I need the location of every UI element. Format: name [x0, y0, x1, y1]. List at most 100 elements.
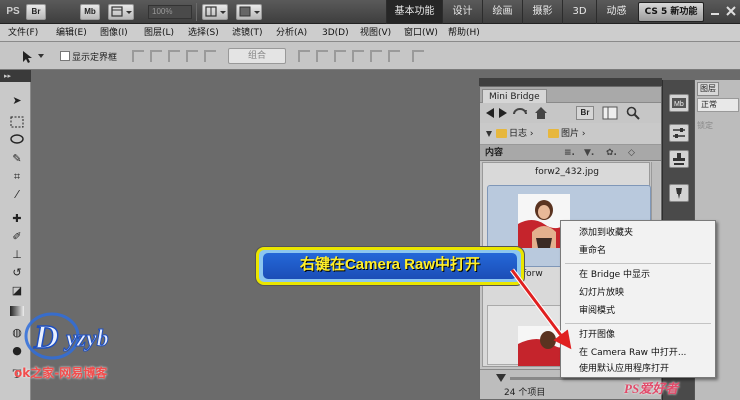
group-button[interactable]: 组合 — [228, 48, 286, 64]
context-menu-item-add-favorites[interactable]: 添加到收藏夹 — [579, 225, 633, 241]
menu-view[interactable]: 视图(V) — [360, 24, 391, 42]
menu-image[interactable]: 图像(I) — [100, 24, 128, 42]
distribute-vcenter-icon[interactable] — [316, 50, 328, 62]
context-menu-item-slideshow[interactable]: 幻灯片放映 — [579, 285, 624, 301]
menu-3d[interactable]: 3D(D) — [322, 24, 349, 42]
breadcrumb-item[interactable]: 图片 › — [548, 127, 585, 141]
context-menu-item-review-mode[interactable]: 审阅模式 — [579, 303, 615, 319]
breadcrumb-item[interactable]: 日志 › — [496, 127, 533, 141]
show-bounds-label: 显示定界框 — [72, 53, 118, 63]
eraser-tool[interactable]: ◪ — [9, 284, 25, 298]
lasso-tool[interactable] — [9, 134, 25, 148]
search-icon[interactable] — [626, 106, 640, 120]
menu-analysis[interactable]: 分析(A) — [276, 24, 307, 42]
screen-mode-button[interactable] — [236, 4, 262, 20]
workspace-essentials[interactable]: 基本功能 — [386, 0, 442, 24]
align-top-icon[interactable] — [132, 50, 144, 62]
menu-separator — [565, 323, 711, 324]
move-tool[interactable]: ➤ — [9, 94, 25, 108]
menu-separator — [565, 263, 711, 264]
chevron-down-icon[interactable] — [486, 131, 492, 137]
tools-panel-header[interactable]: ▸▸ — [0, 70, 31, 82]
screen-mode-icon — [239, 6, 260, 17]
quick-selection-tool[interactable]: ✎ — [9, 152, 25, 166]
arrange-documents-button[interactable] — [202, 4, 228, 20]
context-menu-item-open-image[interactable]: 打开图像 — [579, 327, 615, 343]
workspace-photography[interactable]: 摄影 — [522, 0, 562, 24]
workspace-3d[interactable]: 3D — [562, 0, 596, 24]
menu-edit[interactable]: 编辑(E) — [56, 24, 87, 42]
panel-dock-strip — [479, 78, 662, 86]
context-menu-item-open-in-camera-raw[interactable]: 在 Camera Raw 中打开... — [579, 345, 686, 361]
distribute-right-icon[interactable] — [388, 50, 400, 62]
thumbnail-size-icon[interactable] — [496, 374, 506, 382]
align-vcenter-icon[interactable] — [150, 50, 162, 62]
cs5-new-features-button[interactable]: CS 5 新功能 — [638, 2, 704, 22]
distribute-bottom-icon[interactable] — [334, 50, 346, 62]
auto-align-icon[interactable] — [412, 50, 424, 62]
mini-bridge-dock-button[interactable]: Mb — [669, 94, 689, 112]
launch-bridge-button[interactable]: Br — [26, 4, 46, 20]
breadcrumb: 日志 › 图片 › — [480, 123, 661, 145]
healing-brush-tool[interactable]: ✚ — [9, 212, 25, 226]
tools-icon[interactable]: ✿. — [606, 145, 617, 161]
recent-folders-icon[interactable] — [512, 106, 528, 120]
content-pod-header: 内容 ≡. ▼. ✿. ◇ — [480, 145, 661, 161]
layers-tab[interactable]: 图层 — [697, 82, 719, 96]
distribute-top-icon[interactable] — [298, 50, 310, 62]
chevron-down-icon[interactable] — [38, 54, 44, 58]
workspace-design[interactable]: 设计 — [442, 0, 482, 24]
tool-presets-dock-button[interactable] — [669, 184, 689, 202]
view-extras-button[interactable] — [108, 4, 134, 20]
clone-source-dock-button[interactable] — [669, 150, 689, 168]
align-bottom-icon[interactable] — [168, 50, 180, 62]
brush-tool[interactable]: ✐ — [9, 230, 25, 244]
context-menu-item-rename[interactable]: 重命名 — [579, 243, 606, 259]
back-arrow-icon[interactable] — [486, 108, 495, 118]
panel-view-icon[interactable] — [602, 106, 618, 120]
adjustments-dock-button[interactable] — [669, 124, 689, 142]
item-count: 24 个项目 — [504, 388, 546, 398]
align-hcenter-icon[interactable] — [204, 50, 216, 62]
context-menu-item-reveal-in-bridge[interactable]: 在 Bridge 中显示 — [579, 267, 650, 283]
blend-mode-select[interactable]: 正常 — [697, 98, 739, 112]
show-bounds-checkbox[interactable] — [60, 51, 70, 61]
brush-preset-icon — [676, 188, 682, 199]
workspace-motion[interactable]: 动感 — [596, 0, 636, 24]
menu-window[interactable]: 窗口(W) — [404, 24, 438, 42]
filter-icon[interactable]: ▼. — [584, 145, 594, 161]
view-options-icon[interactable]: ◇ — [628, 145, 635, 161]
thumbnail-filename: forw2_432.jpg — [535, 167, 599, 177]
history-brush-tool[interactable]: ↺ — [9, 266, 25, 280]
distribute-left-icon[interactable] — [352, 50, 364, 62]
launch-mini-bridge-button[interactable]: Mb — [80, 4, 100, 20]
eyedropper-tool[interactable]: ⁄ — [9, 188, 25, 202]
close-icon[interactable] — [726, 6, 736, 16]
align-left-icon[interactable] — [186, 50, 198, 62]
crop-tool[interactable]: ⌗ — [9, 170, 25, 184]
distribute-hcenter-icon[interactable] — [370, 50, 382, 62]
stamp-icon — [673, 153, 685, 165]
clone-stamp-tool[interactable]: ⊥ — [9, 248, 25, 262]
menu-help[interactable]: 帮助(H) — [448, 24, 480, 42]
folder-icon — [496, 129, 507, 138]
photoshop-logo: PS — [6, 6, 20, 17]
menu-bar: 文件(F) 编辑(E) 图像(I) 图层(L) 选择(S) 滤镜(T) 分析(A… — [0, 24, 740, 42]
menu-select[interactable]: 选择(S) — [188, 24, 219, 42]
zoom-level-field[interactable]: 100% — [148, 5, 192, 19]
menu-filter[interactable]: 滤镜(T) — [232, 24, 263, 42]
forward-arrow-icon[interactable] — [498, 108, 507, 118]
site-watermark: PS爱好者 — [624, 381, 679, 396]
content-pod-title: 内容 — [485, 148, 504, 158]
minimize-icon[interactable] — [710, 6, 720, 16]
workspace-painting[interactable]: 绘画 — [482, 0, 522, 24]
go-to-bridge-button[interactable]: Br — [576, 106, 594, 120]
mini-bridge-tab[interactable]: Mini Bridge — [482, 89, 547, 103]
context-menu-item-open-with-default-app[interactable]: 使用默认应用程序打开 — [579, 361, 669, 377]
sort-icon[interactable]: ≡. — [564, 145, 575, 161]
home-icon[interactable] — [534, 106, 548, 120]
move-tool-icon[interactable] — [20, 50, 34, 64]
menu-layer[interactable]: 图层(L) — [144, 24, 174, 42]
marquee-tool[interactable] — [9, 116, 25, 130]
menu-file[interactable]: 文件(F) — [8, 24, 38, 42]
